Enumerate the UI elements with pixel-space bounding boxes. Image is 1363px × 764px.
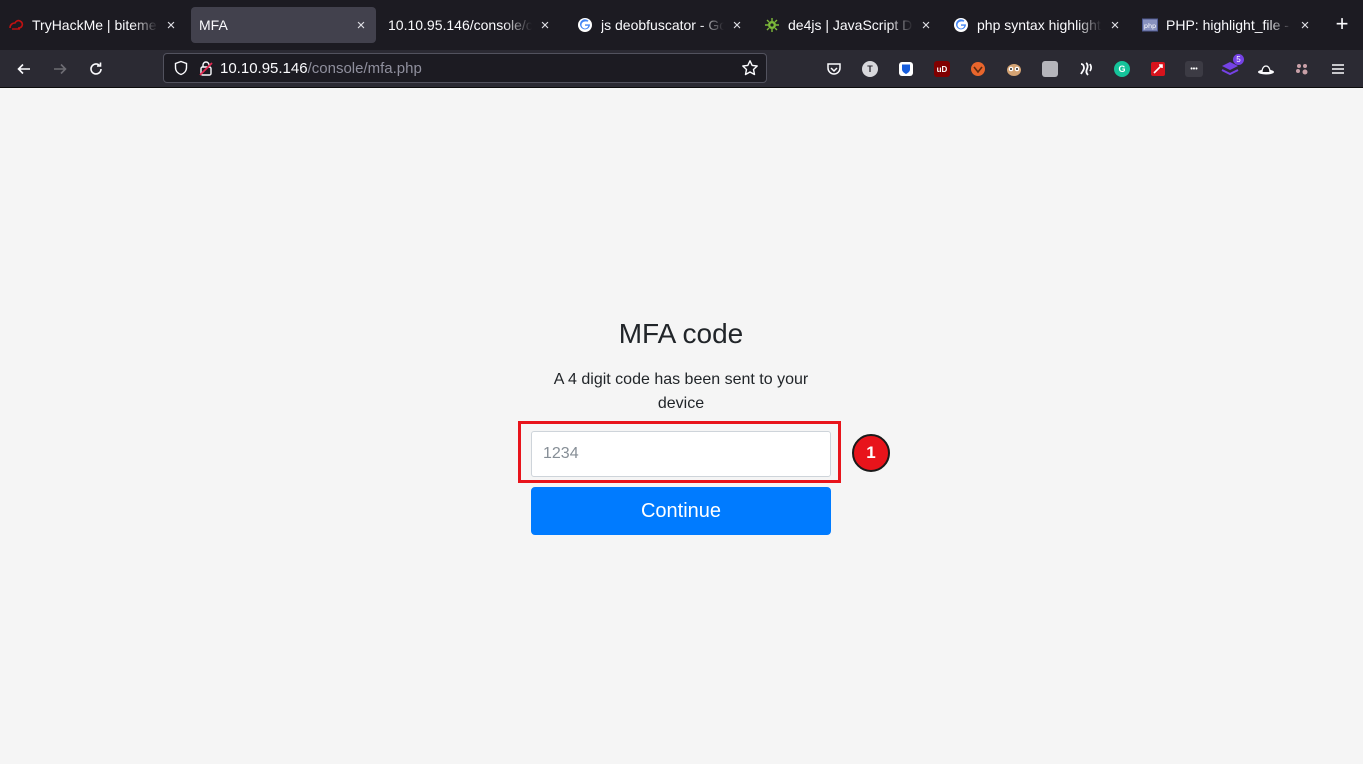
back-button[interactable] (10, 55, 38, 83)
container-icon[interactable]: 5 (1219, 54, 1244, 80)
forward-arrow-icon (54, 63, 67, 75)
close-tab-icon[interactable]: × (728, 16, 746, 34)
navigation-toolbar: 10.10.95.146/console/mfa.php T uD G ••• … (0, 50, 1363, 88)
hat-icon[interactable] (1255, 58, 1277, 80)
google-icon (577, 17, 593, 33)
ublock-icon[interactable]: uD (931, 58, 953, 80)
pocket-icon[interactable] (823, 58, 845, 80)
page-title: MFA code (618, 318, 744, 349)
tab-title: TryHackMe | biteme (32, 17, 157, 33)
reload-icon (90, 62, 102, 75)
mfa-code-input[interactable] (531, 431, 831, 477)
tab-title: 10.10.95.146/console/co (388, 17, 532, 33)
grammarly-icon[interactable]: G (1111, 58, 1133, 80)
menu-hamburger-icon[interactable] (1327, 58, 1349, 80)
tab-php-highlight-file[interactable]: php PHP: highlight_file - × (1134, 7, 1320, 43)
url-path: /console/mfa.php (307, 59, 422, 77)
url-host: 10.10.95.146 (220, 59, 308, 77)
annotation-step-badge: 1 (852, 434, 890, 472)
hacktools-icon[interactable] (1147, 58, 1169, 80)
tab-title: MFA (199, 17, 228, 33)
address-bar[interactable]: 10.10.95.146/console/mfa.php (163, 53, 767, 83)
google-icon (953, 17, 969, 33)
close-tab-icon[interactable]: × (917, 16, 935, 34)
php-icon: php (1142, 17, 1158, 33)
new-tab-button[interactable]: + (1330, 11, 1354, 36)
tab-title: de4js | JavaScript De (788, 17, 913, 33)
close-tab-icon[interactable]: × (1296, 16, 1314, 34)
tab-console[interactable]: 10.10.95.146/console/co × (380, 7, 560, 43)
tampermonkey-icon[interactable]: T (859, 58, 881, 80)
forward-button[interactable] (46, 55, 74, 83)
paw-icon[interactable] (1291, 58, 1313, 80)
de4js-icon (764, 17, 780, 33)
insecure-lock-icon[interactable] (198, 59, 214, 77)
container-badge: 5 (1233, 54, 1244, 65)
tab-title: php syntax highlight (977, 17, 1101, 33)
close-tab-icon[interactable]: × (352, 16, 370, 34)
tryhackme-icon (8, 17, 24, 33)
wappalyzer-icon[interactable] (1075, 58, 1097, 80)
foxyproxy-icon[interactable] (967, 58, 989, 80)
close-tab-icon[interactable]: × (1106, 16, 1124, 34)
more-dots-icon[interactable]: ••• (1183, 58, 1205, 80)
tab-title: js deobfuscator - Go (601, 17, 724, 33)
tab-title: PHP: highlight_file - (1166, 17, 1289, 33)
bookmark-star-icon[interactable] (740, 58, 760, 78)
tab-strip: TryHackMe | biteme × MFA × 10.10.95.146/… (0, 0, 1363, 50)
svg-text:php: php (1144, 22, 1156, 30)
close-tab-icon[interactable]: × (536, 16, 554, 34)
bitwarden-icon[interactable] (895, 58, 917, 80)
tab-php-syntax[interactable]: php syntax highlight × (945, 7, 1130, 43)
tab-js-deobfuscator[interactable]: js deobfuscator - Go × (569, 7, 752, 43)
continue-button[interactable]: Continue (531, 487, 831, 535)
mfa-description: A 4 digit code has been sent to your dev… (553, 371, 809, 412)
page-content: MFA code A 4 digit code has been sent to… (0, 88, 1363, 764)
tab-mfa[interactable]: MFA × (191, 7, 376, 43)
tracking-shield-icon[interactable] (172, 59, 190, 77)
reload-button[interactable] (82, 55, 110, 83)
back-arrow-icon (17, 63, 30, 75)
owl-icon[interactable] (1003, 58, 1025, 80)
cookie-editor-icon[interactable] (1039, 58, 1061, 80)
url-text[interactable]: 10.10.95.146/console/mfa.php (220, 60, 422, 77)
tab-tryhackme[interactable]: TryHackMe | biteme × (0, 7, 186, 43)
close-tab-icon[interactable]: × (162, 16, 180, 34)
tab-de4js[interactable]: de4js | JavaScript De × (756, 7, 941, 43)
